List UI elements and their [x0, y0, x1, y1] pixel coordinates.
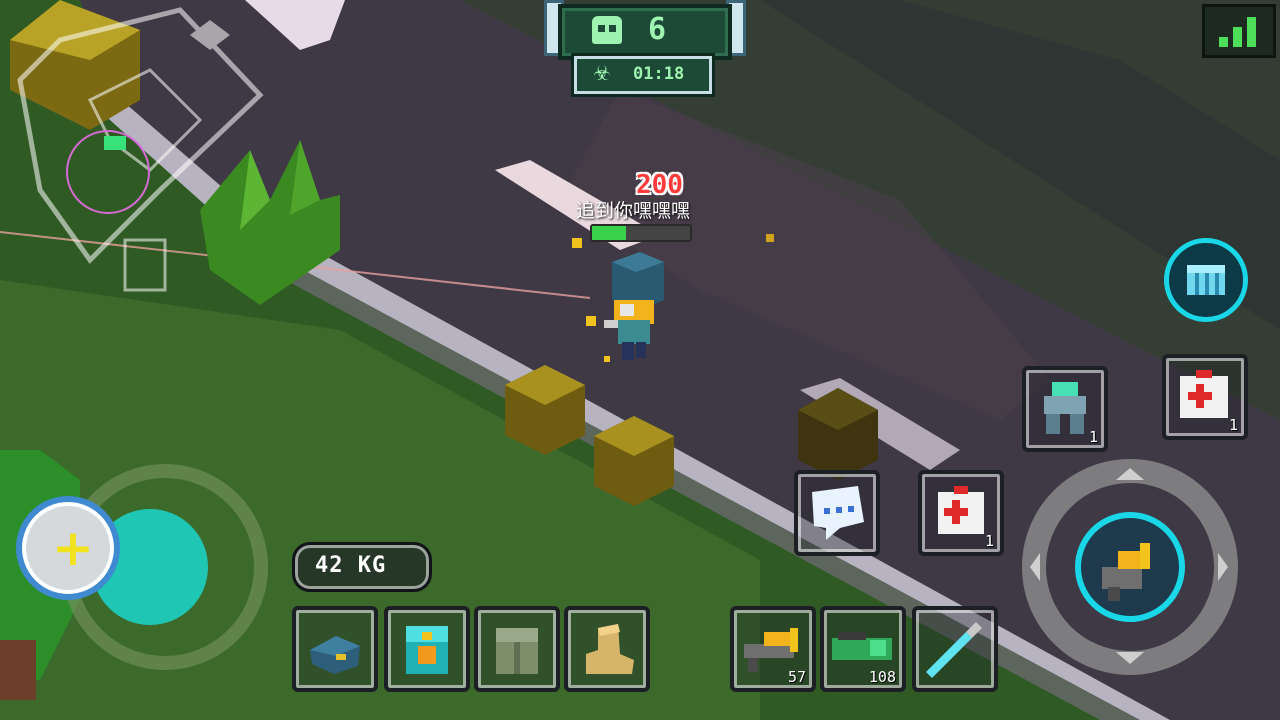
weapon-slot-2[interactable]: 108 [820, 606, 906, 692]
player-name: 追到你嘿嘿嘿 [576, 200, 691, 222]
health-fill [592, 226, 627, 240]
zombie-count: 6 [648, 12, 667, 47]
fist-icon [1187, 265, 1225, 295]
medkit-button[interactable]: 1 [918, 470, 1004, 556]
timer-text: 01:18 [633, 64, 685, 84]
chat-bubble-icon [812, 486, 864, 540]
biohazard-icon: ☣ [593, 61, 611, 85]
aim-joystick[interactable] [1034, 471, 1226, 663]
boots-icon [586, 624, 634, 674]
medkit-right-count: 1 [1228, 416, 1238, 434]
helmet-slot[interactable] [292, 606, 378, 692]
weapon-1-ammo: 57 [787, 668, 806, 686]
turret-button[interactable]: 1 [1022, 366, 1108, 452]
turret-count: 1 [1088, 428, 1098, 446]
energy-sword-icon [926, 622, 982, 678]
chat-button[interactable] [794, 470, 880, 556]
player-health-bar [590, 224, 692, 242]
match-timer: ☣ 01:18 [574, 56, 712, 94]
zombie-skull-icon [592, 16, 622, 44]
boots-slot[interactable] [564, 606, 650, 692]
zombie-count-bar: 6 [558, 4, 732, 60]
medkit-quick-button[interactable]: 1 [1162, 354, 1248, 440]
medkit-mid-count: 1 [984, 532, 994, 550]
weight-text: 42 KG [315, 553, 387, 578]
movement-joystick[interactable] [70, 472, 260, 662]
cap-helmet-icon [310, 636, 360, 674]
weight-indicator: 42 KG [292, 542, 432, 592]
signal-strength-icon [1202, 4, 1276, 58]
armor-slot[interactable] [474, 606, 560, 692]
weapon-2-ammo: 108 [868, 668, 896, 686]
backpack-slot[interactable] [384, 606, 470, 692]
backpack-icon [406, 626, 448, 674]
weapon-slot-1[interactable]: 57 [730, 606, 816, 692]
vest-armor-icon [496, 628, 538, 674]
weapon-slot-3[interactable] [912, 606, 998, 692]
melee-punch-button[interactable] [1164, 238, 1248, 322]
zombie-counter-panel: 6 ☣ 01:18 [528, 0, 754, 94]
